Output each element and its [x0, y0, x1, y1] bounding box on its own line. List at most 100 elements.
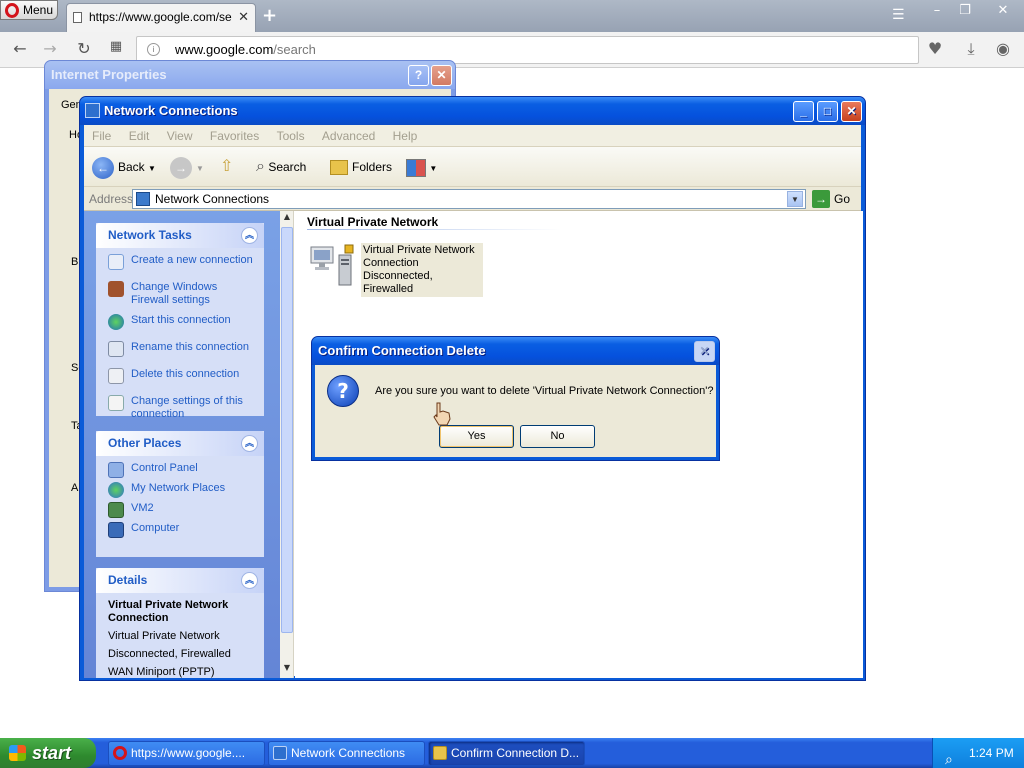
taskbar-item-network-connections[interactable]: Network Connections — [268, 741, 425, 766]
browser-close-icon[interactable]: ✕ — [992, 4, 1014, 20]
opera-menu-button[interactable]: Menu — [0, 0, 58, 20]
collapse-chevron-icon[interactable]: ︽ — [241, 227, 258, 244]
back-button[interactable]: ← Back ▼ — [92, 155, 156, 179]
details-header[interactable]: Details ︽ — [96, 568, 264, 593]
dialog-titlebar[interactable]: Confirm Connection Delete ✕ — [312, 337, 719, 365]
browser-minimize-icon[interactable]: – — [926, 4, 948, 20]
place-my-network-places[interactable]: My Network Places — [108, 482, 256, 498]
menu-advanced[interactable]: Advanced — [322, 129, 375, 143]
control-panel-icon — [108, 462, 124, 478]
scroll-thumb[interactable] — [281, 227, 293, 633]
task-label: Change settings of this connection — [131, 395, 243, 420]
place-vm2[interactable]: VM2 — [108, 502, 256, 518]
download-icon[interactable]: ⤓ — [961, 39, 981, 59]
task-pane-scrollbar[interactable]: ▲ ▼ — [280, 211, 294, 678]
place-computer[interactable]: Computer — [108, 522, 256, 538]
vpn-connection-icon — [310, 244, 354, 286]
menu-file[interactable]: File — [92, 129, 111, 143]
folders-label: Folders — [352, 160, 393, 174]
taskbar-item-opera[interactable]: https://www.google.... — [108, 741, 265, 766]
taskbar: start https://www.google.... Network Con… — [0, 738, 1024, 768]
task-label: Change Windows Firewall settings — [131, 281, 218, 306]
other-places-header[interactable]: Other Places ︽ — [96, 431, 264, 456]
other-places-panel: Other Places ︽ Control Panel My Network P… — [96, 431, 264, 557]
taskbar-item-confirm-dialog[interactable]: Confirm Connection D... — [428, 741, 585, 766]
close-icon[interactable]: ✕ — [841, 101, 862, 122]
other-places-title: Other Places — [108, 436, 182, 450]
clock[interactable]: 1:24 PM — [969, 738, 1014, 768]
scroll-up-icon[interactable]: ▲ — [281, 212, 293, 226]
vpn-connection-name: Virtual Private Network Connection — [363, 244, 475, 269]
forward-button[interactable]: → ▼ — [170, 155, 204, 179]
security-icon[interactable]: i — [147, 43, 160, 56]
delete-icon — [108, 368, 124, 384]
menu-edit[interactable]: Edit — [129, 129, 150, 143]
go-label: Go — [834, 192, 851, 206]
vpn-connection-item[interactable]: Virtual Private Network Connection Disco… — [309, 241, 489, 297]
close-icon[interactable]: ✕ — [431, 65, 452, 86]
collapse-chevron-icon[interactable]: ︽ — [241, 435, 258, 452]
maximize-icon[interactable]: □ — [817, 101, 838, 122]
views-button[interactable]: ▼ — [406, 155, 437, 179]
scroll-down-icon[interactable]: ▼ — [281, 663, 293, 677]
menu-help[interactable]: Help — [393, 129, 418, 143]
question-icon: ? — [327, 375, 359, 407]
task-label: Start this connection — [131, 314, 231, 326]
hand-cursor-icon — [433, 402, 451, 426]
reload-icon[interactable]: ↻ — [74, 39, 94, 58]
task-create-connection[interactable]: Create a new connection — [108, 254, 256, 274]
task-start-connection[interactable]: Start this connection — [108, 314, 256, 334]
task-rename-connection[interactable]: Rename this connection — [108, 341, 256, 361]
tray-search-icon[interactable]: ⌕ — [945, 744, 953, 768]
heart-icon[interactable]: ♥ — [925, 39, 945, 59]
address-dropdown-icon[interactable]: ▼ — [787, 191, 803, 207]
menu-view[interactable]: View — [167, 129, 193, 143]
network-connections-titlebar[interactable]: Network Connections _ □ ✕ — [80, 97, 865, 125]
confirm-delete-dialog: Confirm Connection Delete ✕ ? Are you su… — [311, 336, 720, 461]
network-tasks-header[interactable]: Network Tasks ︽ — [96, 223, 264, 248]
task-firewall-settings[interactable]: Change Windows Firewall settings — [108, 281, 256, 307]
url-host: www.google.com — [175, 42, 274, 57]
details-device: WAN Miniport (PPTP) — [108, 666, 215, 678]
menu-tools[interactable]: Tools — [277, 129, 305, 143]
network-tasks-title: Network Tasks — [108, 228, 192, 242]
no-button[interactable]: No — [520, 425, 595, 448]
stash-icon[interactable]: ☰ — [892, 7, 905, 23]
browser-restore-icon[interactable]: ❐ — [954, 4, 976, 20]
start-button[interactable]: start — [0, 738, 96, 768]
tab-close-icon[interactable]: ✕ — [238, 4, 249, 30]
vpn-connection-status: Disconnected, Firewalled — [363, 270, 433, 295]
search-button[interactable]: ⌕ Search — [256, 155, 306, 179]
dialog-message: Are you sure you want to delete 'Virtual… — [375, 385, 714, 397]
forward-arrow-icon[interactable]: → — [40, 39, 60, 58]
dialog-close-icon[interactable]: ✕ — [694, 341, 715, 362]
task-delete-connection[interactable]: Delete this connection — [108, 368, 256, 388]
page-icon — [73, 12, 82, 23]
details-panel: Details ︽ Virtual Private Network Connect… — [96, 568, 264, 678]
browser-tab[interactable]: https://www.google.com/se ✕ — [66, 3, 256, 32]
go-button[interactable]: → Go — [812, 190, 850, 208]
address-value: Network Connections — [155, 192, 270, 206]
search-label: Search — [268, 160, 307, 174]
task-change-settings[interactable]: Change settings of this connection — [108, 395, 256, 421]
place-control-panel[interactable]: Control Panel — [108, 462, 256, 478]
minimize-icon[interactable]: _ — [793, 101, 814, 122]
rename-icon — [108, 341, 124, 357]
internet-properties-titlebar[interactable]: Internet Properties ? ✕ — [45, 61, 455, 89]
menu-favorites[interactable]: Favorites — [210, 129, 259, 143]
account-icon[interactable]: ◉ — [993, 39, 1013, 59]
network-connections-icon — [273, 746, 287, 760]
yes-button[interactable]: Yes — [439, 425, 514, 448]
new-tab-icon[interactable]: + — [262, 5, 277, 26]
help-icon[interactable]: ? — [408, 65, 429, 86]
place-label: Computer — [131, 522, 180, 534]
new-connection-icon — [108, 254, 124, 270]
up-folder-icon[interactable]: ⇧ — [220, 155, 233, 179]
address-field[interactable]: Network Connections ▼ — [132, 189, 806, 209]
search-icon: ⌕ — [256, 158, 265, 175]
folders-icon — [330, 160, 348, 176]
back-arrow-icon[interactable]: ← — [10, 39, 30, 58]
speed-dial-icon[interactable]: ▦ — [106, 39, 126, 54]
collapse-chevron-icon[interactable]: ︽ — [241, 572, 258, 589]
folders-button[interactable]: Folders — [330, 155, 392, 179]
